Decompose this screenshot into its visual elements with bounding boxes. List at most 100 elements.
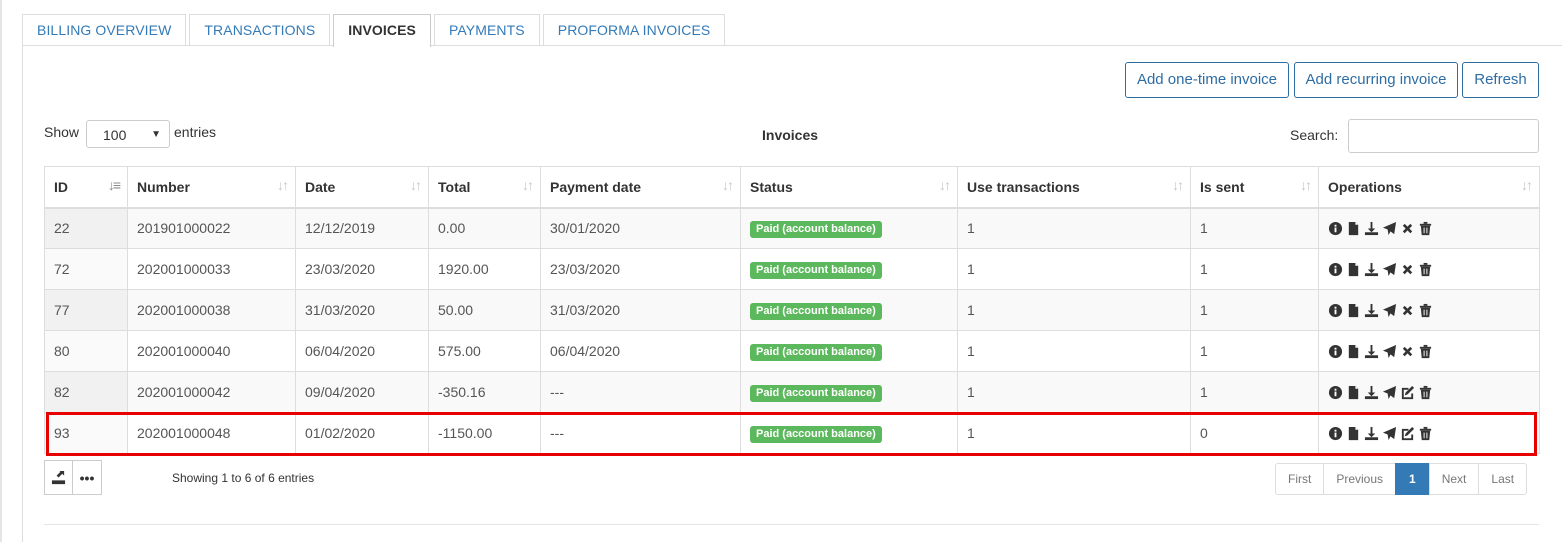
operations-group: [1328, 344, 1530, 359]
info-icon[interactable]: [1328, 344, 1343, 359]
download-icon[interactable]: [1364, 221, 1379, 236]
column-header-is-sent[interactable]: Is sent ↓↑: [1190, 166, 1319, 209]
download-icon[interactable]: [1364, 344, 1379, 359]
cell-status: Paid (account balance): [740, 330, 958, 372]
column-header-payment-date[interactable]: Payment date ↓↑: [540, 166, 741, 209]
cell-number: 202001000042: [127, 371, 296, 413]
send-icon[interactable]: [1382, 426, 1397, 441]
send-icon[interactable]: [1382, 221, 1397, 236]
column-label: Date: [305, 178, 336, 195]
tab-transactions[interactable]: TRANSACTIONS: [189, 14, 331, 46]
column-label: Use transactions: [967, 178, 1080, 195]
file-icon[interactable]: [1346, 262, 1361, 277]
pagination-page-1[interactable]: 1: [1395, 463, 1430, 495]
tab-proforma-invoices[interactable]: PROFORMA INVOICES: [542, 14, 726, 46]
cell-total: 50.00: [428, 289, 541, 331]
cell-status: Paid (account balance): [740, 289, 958, 331]
tab-bar: BILLING OVERVIEW TRANSACTIONS INVOICES P…: [22, 14, 728, 47]
entries-per-page-select[interactable]: 100 ▼: [86, 120, 170, 148]
cell-is-sent: 1: [1190, 330, 1319, 372]
cell-payment-date: 23/03/2020: [540, 248, 741, 290]
export-icon: [51, 470, 66, 485]
cell-status: Paid (account balance): [740, 207, 958, 249]
cell-date: 06/04/2020: [295, 330, 429, 372]
table-info: Showing 1 to 6 of 6 entries: [172, 471, 315, 485]
info-icon[interactable]: [1328, 303, 1343, 318]
cell-operations: [1318, 371, 1540, 413]
send-icon[interactable]: [1382, 344, 1397, 359]
operations-group: [1328, 303, 1530, 318]
cancel-icon[interactable]: [1400, 303, 1415, 318]
search-input[interactable]: [1348, 119, 1539, 153]
download-icon[interactable]: [1364, 303, 1379, 318]
add-recurring-invoice-button[interactable]: Add recurring invoice: [1294, 62, 1458, 98]
edit-icon[interactable]: [1400, 385, 1415, 400]
column-header-status[interactable]: Status ↓↑: [740, 166, 958, 209]
download-icon[interactable]: [1364, 426, 1379, 441]
more-options-button[interactable]: •••: [73, 460, 102, 495]
column-header-use-transactions[interactable]: Use transactions ↓↑: [957, 166, 1191, 209]
send-icon[interactable]: [1382, 303, 1397, 318]
download-icon[interactable]: [1364, 262, 1379, 277]
entries-per-page-value: 100: [103, 127, 127, 143]
cell-number: 202001000040: [127, 330, 296, 372]
file-icon[interactable]: [1346, 344, 1361, 359]
cell-operations: [1318, 289, 1540, 331]
file-icon[interactable]: [1346, 426, 1361, 441]
info-icon[interactable]: [1328, 221, 1343, 236]
send-icon[interactable]: [1382, 262, 1397, 277]
cell-use-transactions: 1: [957, 207, 1191, 249]
download-icon[interactable]: [1364, 385, 1379, 400]
cancel-icon[interactable]: [1400, 262, 1415, 277]
tab-payments[interactable]: PAYMENTS: [434, 14, 540, 46]
sort-icon: ↓↑: [277, 177, 289, 193]
column-header-number[interactable]: Number ↓↑: [127, 166, 296, 209]
cell-operations: [1318, 330, 1540, 372]
sort-icon: ↓↑: [1172, 177, 1184, 193]
column-label: Payment date: [550, 178, 642, 195]
export-button[interactable]: [44, 460, 73, 495]
pagination-last[interactable]: Last: [1478, 463, 1528, 495]
cancel-icon[interactable]: [1400, 221, 1415, 236]
table-row: 22 201901000022 12/12/2019 0.00 30/01/2020 Pa…: [44, 207, 1540, 249]
entries-label: entries: [174, 124, 217, 140]
cell-number: 202001000033: [127, 248, 296, 290]
pagination-next[interactable]: Next: [1428, 463, 1480, 495]
cancel-icon[interactable]: [1400, 344, 1415, 359]
file-icon[interactable]: [1346, 385, 1361, 400]
edit-icon[interactable]: [1400, 426, 1415, 441]
table-title: Invoices: [762, 127, 819, 143]
status-badge: Paid (account balance): [750, 220, 882, 238]
column-header-total[interactable]: Total ↓↑: [428, 166, 541, 209]
operations-group: [1328, 262, 1530, 277]
pagination-previous[interactable]: Previous: [1323, 463, 1397, 495]
pagination-first[interactable]: First: [1275, 463, 1325, 495]
table-row: 93 202001000048 01/02/2020 -1150.00 --- Paid …: [44, 412, 1540, 454]
chevron-down-icon: ▼: [151, 129, 161, 140]
tab-billing-overview[interactable]: BILLING OVERVIEW: [22, 14, 187, 46]
trash-icon[interactable]: [1418, 221, 1433, 236]
refresh-button[interactable]: Refresh: [1462, 62, 1539, 98]
column-header-id[interactable]: ID ↓≡: [44, 166, 128, 209]
trash-icon[interactable]: [1418, 262, 1433, 277]
info-icon[interactable]: [1328, 426, 1343, 441]
column-label: ID: [54, 178, 68, 195]
cell-use-transactions: 1: [957, 412, 1191, 454]
file-icon[interactable]: [1346, 221, 1361, 236]
trash-icon[interactable]: [1418, 385, 1433, 400]
column-header-operations[interactable]: Operations ↓↑: [1318, 166, 1540, 209]
cell-is-sent: 1: [1190, 248, 1319, 290]
cell-id: 80: [44, 330, 128, 372]
file-icon[interactable]: [1346, 303, 1361, 318]
send-icon[interactable]: [1382, 385, 1397, 400]
cell-is-sent: 1: [1190, 207, 1319, 249]
column-header-date[interactable]: Date ↓↑: [295, 166, 429, 209]
tab-invoices[interactable]: INVOICES: [333, 14, 431, 47]
trash-icon[interactable]: [1418, 344, 1433, 359]
cell-use-transactions: 1: [957, 371, 1191, 413]
info-icon[interactable]: [1328, 262, 1343, 277]
info-icon[interactable]: [1328, 385, 1343, 400]
trash-icon[interactable]: [1418, 303, 1433, 318]
add-one-time-invoice-button[interactable]: Add one-time invoice: [1125, 62, 1289, 98]
trash-icon[interactable]: [1418, 426, 1433, 441]
